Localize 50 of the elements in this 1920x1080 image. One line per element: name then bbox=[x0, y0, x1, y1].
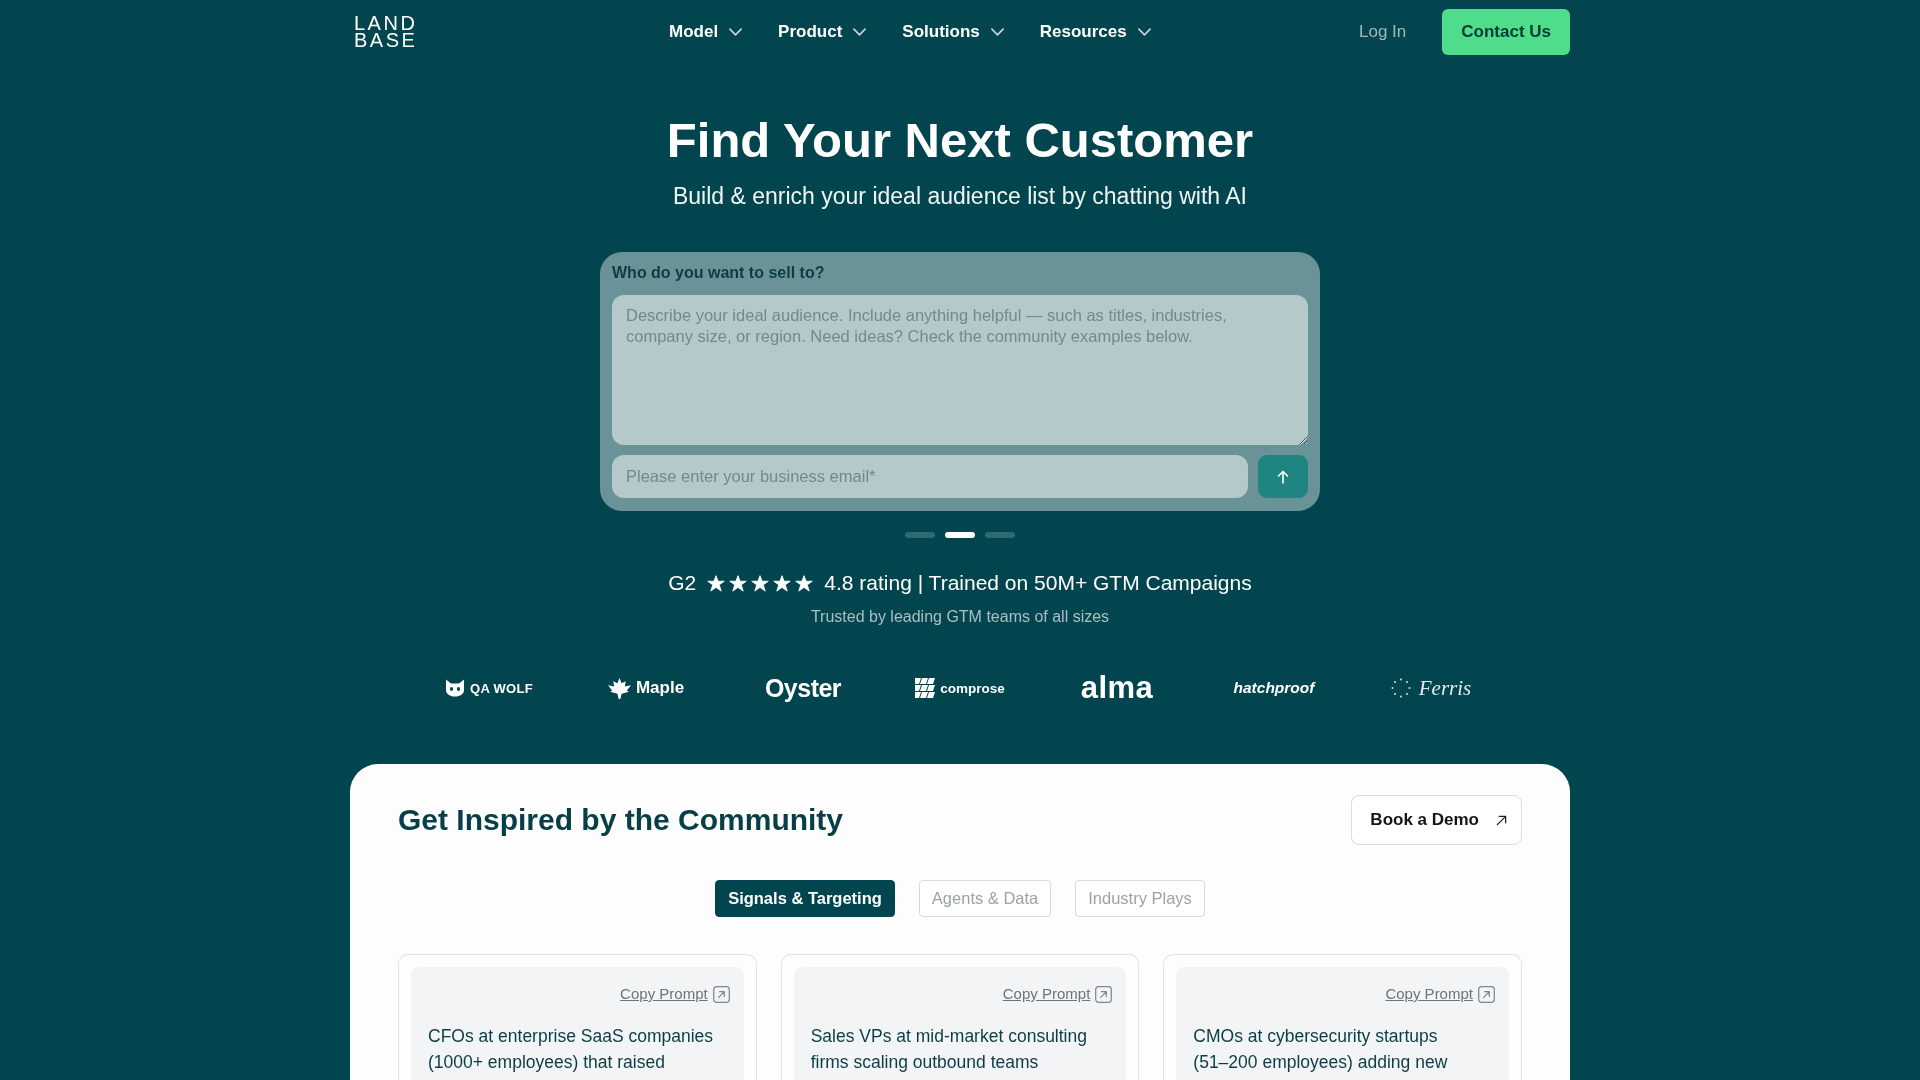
hero-title: Find Your Next Customer bbox=[666, 112, 1254, 169]
client-logo-wordmark: alma bbox=[1080, 670, 1154, 706]
chevron-down-icon bbox=[1137, 28, 1151, 36]
chevron-down-icon bbox=[729, 28, 743, 36]
chevron-down-icon bbox=[990, 28, 1004, 36]
leaf-icon bbox=[607, 677, 631, 699]
client-logo-wordmark: comprose bbox=[940, 680, 1005, 696]
prompt-text: Sales VPs at mid-market consulting firms scaling outbound teams bbox=[810, 1025, 1088, 1074]
contact-us-button[interactable]: Contact Us bbox=[1442, 9, 1570, 55]
client-logo-wordmark: Ferris bbox=[1418, 675, 1472, 701]
site-logo[interactable]: LAND BASE bbox=[354, 15, 418, 49]
category-tab[interactable]: Signals & Targeting bbox=[715, 880, 895, 917]
dotted-circle-icon bbox=[1390, 678, 1411, 698]
star-icon bbox=[751, 574, 770, 592]
nav-menu-item[interactable]: Product bbox=[778, 21, 867, 43]
client-logo-wordmark: hatchproof bbox=[1233, 679, 1315, 697]
cat-head-icon bbox=[445, 679, 465, 697]
submit-button[interactable] bbox=[1258, 455, 1308, 498]
copy-prompt-link[interactable]: Copy Prompt bbox=[1002, 984, 1113, 1004]
grid-icon bbox=[915, 678, 936, 698]
arrow-up-icon bbox=[1277, 469, 1289, 484]
email-input-field[interactable]: Please enter your business email* bbox=[612, 455, 1248, 498]
trusted-caption: Trusted by leading GTM teams of all sizes bbox=[810, 607, 1110, 627]
prompt-text: CFOs at enterprise SaaS companies (1000+ employees) that raised bbox=[428, 1025, 715, 1074]
client-logo-wordmark: Oyster bbox=[764, 673, 842, 703]
client-logo-wordmark: QA WOLF bbox=[470, 680, 533, 696]
star-icon bbox=[707, 574, 726, 592]
audience-textarea[interactable]: Describe your ideal audience. Include anything helpful — such as titles, industries, company size, or region. Need ideas? Check the community examples below. bbox=[612, 295, 1308, 445]
nav-menu-item[interactable]: Resources bbox=[1039, 21, 1151, 43]
arrow-box-icon bbox=[1095, 985, 1113, 1003]
nav-menu-item[interactable]: Solutions bbox=[902, 21, 1004, 43]
copy-prompt-link[interactable]: Copy Prompt bbox=[620, 984, 730, 1004]
chevron-down-icon bbox=[853, 28, 867, 36]
arrow-box-icon bbox=[1478, 985, 1495, 1003]
prompt-text: CMOs at cybersecurity startups (51–200 employees) adding new bbox=[1193, 1025, 1449, 1074]
arrow-box-icon bbox=[712, 985, 730, 1003]
login-link[interactable]: Log In bbox=[1359, 21, 1407, 43]
rating-text: 4.8 rating | Trained on 50M+ GTM Campaigns bbox=[824, 570, 1252, 596]
form-label: Who do you want to sell to? bbox=[612, 263, 826, 283]
client-logo-wordmark: Maple bbox=[635, 678, 685, 698]
star-icon bbox=[773, 574, 792, 592]
star-icon bbox=[729, 574, 748, 592]
nav-menu-item[interactable]: Model bbox=[669, 21, 743, 43]
star-icon bbox=[795, 574, 814, 592]
rating-source: G2 bbox=[668, 570, 697, 596]
section-title: Get Inspired by the Community bbox=[398, 802, 844, 838]
arrow-up-right-icon bbox=[1496, 814, 1507, 826]
hero-subtitle: Build & enrich your ideal audience list by chatting with AI bbox=[672, 182, 1247, 211]
book-demo-button[interactable]: Book a Demo bbox=[1351, 795, 1522, 845]
copy-prompt-link[interactable]: Copy Prompt bbox=[1385, 984, 1495, 1004]
